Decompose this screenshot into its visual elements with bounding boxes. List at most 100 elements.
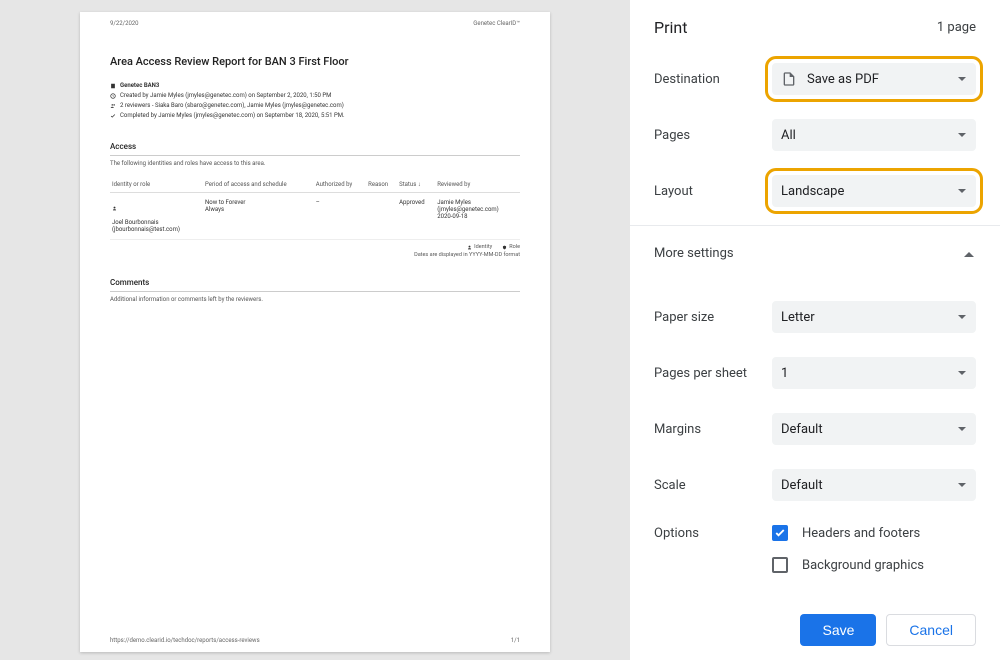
person-icon	[112, 206, 117, 211]
margins-row: Margins Default	[654, 413, 976, 445]
meta-org: Genetec BAN3	[110, 82, 520, 89]
th-reason: Reason	[366, 177, 397, 193]
comments-section-title: Comments	[110, 278, 520, 292]
background-graphics-row: Background graphics	[772, 557, 976, 573]
margins-label: Margins	[654, 422, 772, 437]
shield-icon	[502, 245, 507, 250]
margins-dropdown[interactable]: Default	[772, 413, 976, 445]
print-preview-area: 9/22/2020 Genetec ClearID™ Area Access R…	[0, 0, 630, 660]
meta-created: Created by Jamie Myles (jmyles@genetec.c…	[110, 92, 520, 99]
destination-label: Destination	[654, 72, 772, 87]
background-graphics-checkbox[interactable]	[772, 557, 788, 573]
more-settings-toggle[interactable]: More settings	[630, 226, 1000, 281]
meta-org-text: Genetec BAN3	[120, 82, 159, 89]
advanced-settings-group: Paper size Letter Pages per sheet 1 Marg…	[630, 281, 1000, 604]
chevron-down-icon	[957, 312, 967, 322]
person-icon	[467, 245, 472, 250]
table-header-row: Identity or role Period of access and sc…	[110, 177, 520, 193]
checkmark-icon	[774, 527, 786, 539]
date-format-note: Dates are displayed in YYYY-MM-DD format	[110, 252, 520, 258]
pdf-icon	[781, 71, 797, 87]
layout-value: Landscape	[781, 184, 957, 199]
pages-per-sheet-dropdown[interactable]: 1	[772, 357, 976, 389]
headers-footers-label: Headers and footers	[802, 526, 920, 541]
panel-header: Print 1 page	[630, 0, 1000, 55]
report-title: Area Access Review Report for BAN 3 Firs…	[110, 55, 520, 68]
th-reviewed: Reviewed by	[435, 177, 520, 193]
meta-reviewers: 2 reviewers - Siaka Baro (sbaro@genetec.…	[110, 102, 520, 109]
table-row: Joel Bourbonnais (jbourbonnais@test.com)…	[110, 193, 520, 240]
scale-label: Scale	[654, 478, 772, 493]
comments-section-desc: Additional information or comments left …	[110, 296, 520, 303]
th-identity: Identity or role	[110, 177, 203, 193]
pages-value: All	[781, 128, 957, 143]
background-graphics-label: Background graphics	[802, 558, 924, 573]
chevron-down-icon	[957, 130, 967, 140]
access-table: Identity or role Period of access and sc…	[110, 177, 520, 240]
layout-label: Layout	[654, 184, 772, 199]
meta-created-text: Created by Jamie Myles (jmyles@genetec.c…	[120, 92, 331, 99]
chevron-down-icon	[957, 368, 967, 378]
cell-identity-text: Joel Bourbonnais (jbourbonnais@test.com)	[112, 219, 180, 233]
cell-reviewed: Jamie Myles (jmyles@genetec.com) 2020-09…	[435, 193, 520, 240]
paper-size-dropdown[interactable]: Letter	[772, 301, 976, 333]
legend-identity: Identity	[467, 244, 492, 250]
table-legend: Identity Role	[110, 244, 520, 250]
options-row: Options Headers and footers	[654, 525, 976, 541]
pages-label: Pages	[654, 128, 772, 143]
layout-dropdown[interactable]: Landscape	[772, 175, 976, 207]
destination-value: Save as PDF	[807, 72, 957, 87]
legend-identity-text: Identity	[474, 244, 492, 250]
footer-url: https://demo.clearid.io/techdoc/reports/…	[110, 637, 260, 644]
destination-row: Destination Save as PDF	[654, 63, 976, 95]
access-section-desc: The following identities and roles have …	[110, 160, 520, 167]
legend-role: Role	[502, 244, 520, 250]
pages-per-sheet-value: 1	[781, 366, 957, 381]
cell-status: Approved	[397, 193, 435, 240]
scale-dropdown[interactable]: Default	[772, 469, 976, 501]
meta-completed-text: Completed by Jamie Myles (jmyles@genetec…	[120, 112, 345, 119]
page-footer: https://demo.clearid.io/techdoc/reports/…	[110, 637, 520, 644]
settings-scroll-area[interactable]: Destination Save as PDF Pages All Layout…	[630, 55, 1000, 604]
paper-size-value: Letter	[781, 310, 957, 325]
chevron-up-icon	[962, 247, 976, 261]
building-icon	[110, 83, 116, 89]
pages-dropdown[interactable]: All	[772, 119, 976, 151]
save-button[interactable]: Save	[800, 614, 876, 646]
access-section-title: Access	[110, 142, 520, 156]
chevron-down-icon	[957, 424, 967, 434]
preview-page: 9/22/2020 Genetec ClearID™ Area Access R…	[80, 12, 550, 652]
cancel-button[interactable]: Cancel	[886, 614, 976, 646]
button-row: Save Cancel	[630, 604, 1000, 660]
paper-size-row: Paper size Letter	[654, 301, 976, 333]
destination-dropdown[interactable]: Save as PDF	[772, 63, 976, 95]
clock-icon	[110, 93, 116, 99]
margins-value: Default	[781, 422, 957, 437]
options-label: Options	[654, 526, 772, 541]
chevron-down-icon	[957, 186, 967, 196]
pages-per-sheet-row: Pages per sheet 1	[654, 357, 976, 389]
chevron-down-icon	[957, 74, 967, 84]
th-status: Status ↓	[397, 177, 435, 193]
page-header-line: 9/22/2020 Genetec ClearID™	[110, 20, 520, 27]
header-product: Genetec ClearID™	[473, 20, 520, 27]
th-period: Period of access and schedule	[203, 177, 314, 193]
th-authorized: Authorized by	[314, 177, 366, 193]
pages-per-sheet-label: Pages per sheet	[654, 366, 772, 381]
print-panel: Print 1 page Destination Save as PDF Pag…	[630, 0, 1000, 660]
cell-identity: Joel Bourbonnais (jbourbonnais@test.com)	[110, 193, 203, 240]
headers-footers-checkbox[interactable]	[772, 525, 788, 541]
check-icon	[110, 113, 116, 119]
panel-title: Print	[654, 18, 687, 37]
cell-authorized: –	[314, 193, 366, 240]
meta-completed: Completed by Jamie Myles (jmyles@genetec…	[110, 112, 520, 119]
meta-reviewers-text: 2 reviewers - Siaka Baro (sbaro@genetec.…	[120, 102, 344, 109]
more-settings-label: More settings	[654, 246, 734, 261]
page-count: 1 page	[937, 20, 976, 35]
header-date: 9/22/2020	[110, 20, 139, 27]
cell-reason	[366, 193, 397, 240]
scale-value: Default	[781, 478, 957, 493]
paper-size-label: Paper size	[654, 310, 772, 325]
basic-settings-group: Destination Save as PDF Pages All Layout…	[630, 55, 1000, 226]
people-icon	[110, 103, 116, 109]
